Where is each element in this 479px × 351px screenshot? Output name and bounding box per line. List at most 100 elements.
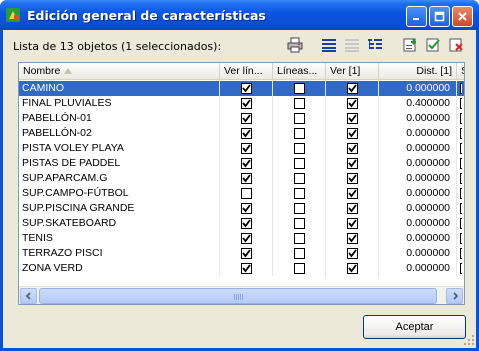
checkbox[interactable]: [240, 113, 252, 124]
checkbox[interactable]: [346, 248, 358, 259]
cell-ver_lin[interactable]: [220, 231, 273, 246]
add-button[interactable]: [401, 36, 419, 54]
cell-lineas[interactable]: [273, 81, 326, 96]
checkbox[interactable]: [240, 263, 252, 274]
cell-s[interactable]: [457, 246, 464, 261]
cell-distance[interactable]: 0.000000: [379, 171, 457, 186]
table-row[interactable]: SUP.APARCAM.G 0.000000: [19, 171, 464, 186]
cell-distance[interactable]: 0.000000: [379, 111, 457, 126]
checkbox[interactable]: [460, 203, 462, 214]
cell-ver1[interactable]: [326, 141, 379, 156]
cell-ver1[interactable]: [326, 201, 379, 216]
cell-distance[interactable]: 0.000000: [379, 186, 457, 201]
checkbox[interactable]: [346, 83, 358, 94]
checkbox[interactable]: [460, 233, 462, 244]
maximize-button[interactable]: [429, 6, 450, 27]
scroll-left-button[interactable]: [20, 288, 37, 304]
checkbox[interactable]: [460, 83, 462, 94]
cell-name[interactable]: CAMINO: [19, 81, 220, 96]
cell-name[interactable]: SUP.CAMPO-FÚTBOL: [19, 186, 220, 201]
cell-s[interactable]: [457, 216, 464, 231]
table-row[interactable]: TERRAZO PISCI 0.000000: [19, 246, 464, 261]
checkbox[interactable]: [346, 113, 358, 124]
cell-name[interactable]: FINAL PLUVIALES: [19, 96, 220, 111]
cell-distance[interactable]: 0.000000: [379, 216, 457, 231]
cell-ver_lin[interactable]: [220, 261, 273, 276]
cell-name[interactable]: PABELLÓN-02: [19, 126, 220, 141]
checkbox[interactable]: [460, 113, 462, 124]
checkbox[interactable]: [240, 188, 252, 199]
table-row[interactable]: PABELLÓN-02 0.000000: [19, 126, 464, 141]
cell-ver_lin[interactable]: [220, 201, 273, 216]
checkbox[interactable]: [460, 143, 462, 154]
cell-distance[interactable]: 0.000000: [379, 231, 457, 246]
cell-ver1[interactable]: [326, 126, 379, 141]
cell-s[interactable]: [457, 156, 464, 171]
checkbox[interactable]: [293, 158, 305, 169]
checkbox[interactable]: [240, 83, 252, 94]
title-bar[interactable]: Edición general de características: [0, 0, 479, 30]
cell-ver_lin[interactable]: [220, 111, 273, 126]
checkbox[interactable]: [240, 98, 252, 109]
cell-ver_lin[interactable]: [220, 246, 273, 261]
checkbox[interactable]: [346, 128, 358, 139]
checkbox[interactable]: [293, 98, 305, 109]
cell-ver1[interactable]: [326, 246, 379, 261]
cell-ver1[interactable]: [326, 231, 379, 246]
cell-s[interactable]: [457, 201, 464, 216]
checkbox[interactable]: [240, 158, 252, 169]
checkbox[interactable]: [293, 173, 305, 184]
cell-ver_lin[interactable]: [220, 156, 273, 171]
cell-name[interactable]: ZONA VERD: [19, 261, 220, 276]
cell-name[interactable]: SUP.SKATEBOARD: [19, 216, 220, 231]
scroll-thumb[interactable]: [39, 288, 437, 304]
cell-ver1[interactable]: [326, 81, 379, 96]
cell-distance[interactable]: 0.000000: [379, 261, 457, 276]
cell-distance[interactable]: 0.000000: [379, 156, 457, 171]
checkbox[interactable]: [293, 143, 305, 154]
tree-view-button[interactable]: [366, 36, 384, 54]
details-view-button[interactable]: [343, 36, 361, 54]
checkbox[interactable]: [240, 218, 252, 229]
cell-lineas[interactable]: [273, 156, 326, 171]
cell-distance[interactable]: 0.000000: [379, 141, 457, 156]
checkbox[interactable]: [293, 248, 305, 259]
checkbox[interactable]: [346, 98, 358, 109]
resize-grip-icon[interactable]: [463, 334, 475, 346]
checkbox[interactable]: [240, 233, 252, 244]
cell-lineas[interactable]: [273, 231, 326, 246]
print-button[interactable]: [286, 36, 304, 54]
checkbox[interactable]: [460, 188, 462, 199]
checkbox[interactable]: [346, 188, 358, 199]
checkbox[interactable]: [346, 203, 358, 214]
cell-ver1[interactable]: [326, 111, 379, 126]
cell-name[interactable]: TENIS: [19, 231, 220, 246]
cell-name[interactable]: PISTA VOLEY PLAYA: [19, 141, 220, 156]
checkbox[interactable]: [240, 128, 252, 139]
checkbox[interactable]: [346, 218, 358, 229]
scroll-right-button[interactable]: [446, 288, 463, 304]
cell-lineas[interactable]: [273, 216, 326, 231]
features-table[interactable]: Nombre Ver lín... Líneas... Ver [1] Dist. [1…: [18, 62, 465, 305]
cell-ver1[interactable]: [326, 216, 379, 231]
cell-ver_lin[interactable]: [220, 186, 273, 201]
cell-s[interactable]: [457, 111, 464, 126]
checkbox[interactable]: [293, 263, 305, 274]
cell-name[interactable]: TERRAZO PISCI: [19, 246, 220, 261]
cell-distance[interactable]: 0.000000: [379, 81, 457, 96]
cell-ver1[interactable]: [326, 171, 379, 186]
column-header-dist1[interactable]: Dist. [1]: [379, 63, 457, 80]
checkbox[interactable]: [460, 263, 462, 274]
checkbox[interactable]: [293, 128, 305, 139]
cell-s[interactable]: [457, 126, 464, 141]
column-header-s[interactable]: S: [457, 63, 464, 80]
checkbox[interactable]: [346, 263, 358, 274]
column-header-lineas[interactable]: Líneas...: [273, 63, 326, 80]
cell-ver_lin[interactable]: [220, 96, 273, 111]
cell-s[interactable]: [457, 96, 464, 111]
cell-name[interactable]: PABELLÓN-01: [19, 111, 220, 126]
cell-ver1[interactable]: [326, 156, 379, 171]
table-row[interactable]: CAMINO 0.000000: [19, 81, 464, 96]
close-button[interactable]: [452, 6, 473, 27]
cell-s[interactable]: [457, 141, 464, 156]
